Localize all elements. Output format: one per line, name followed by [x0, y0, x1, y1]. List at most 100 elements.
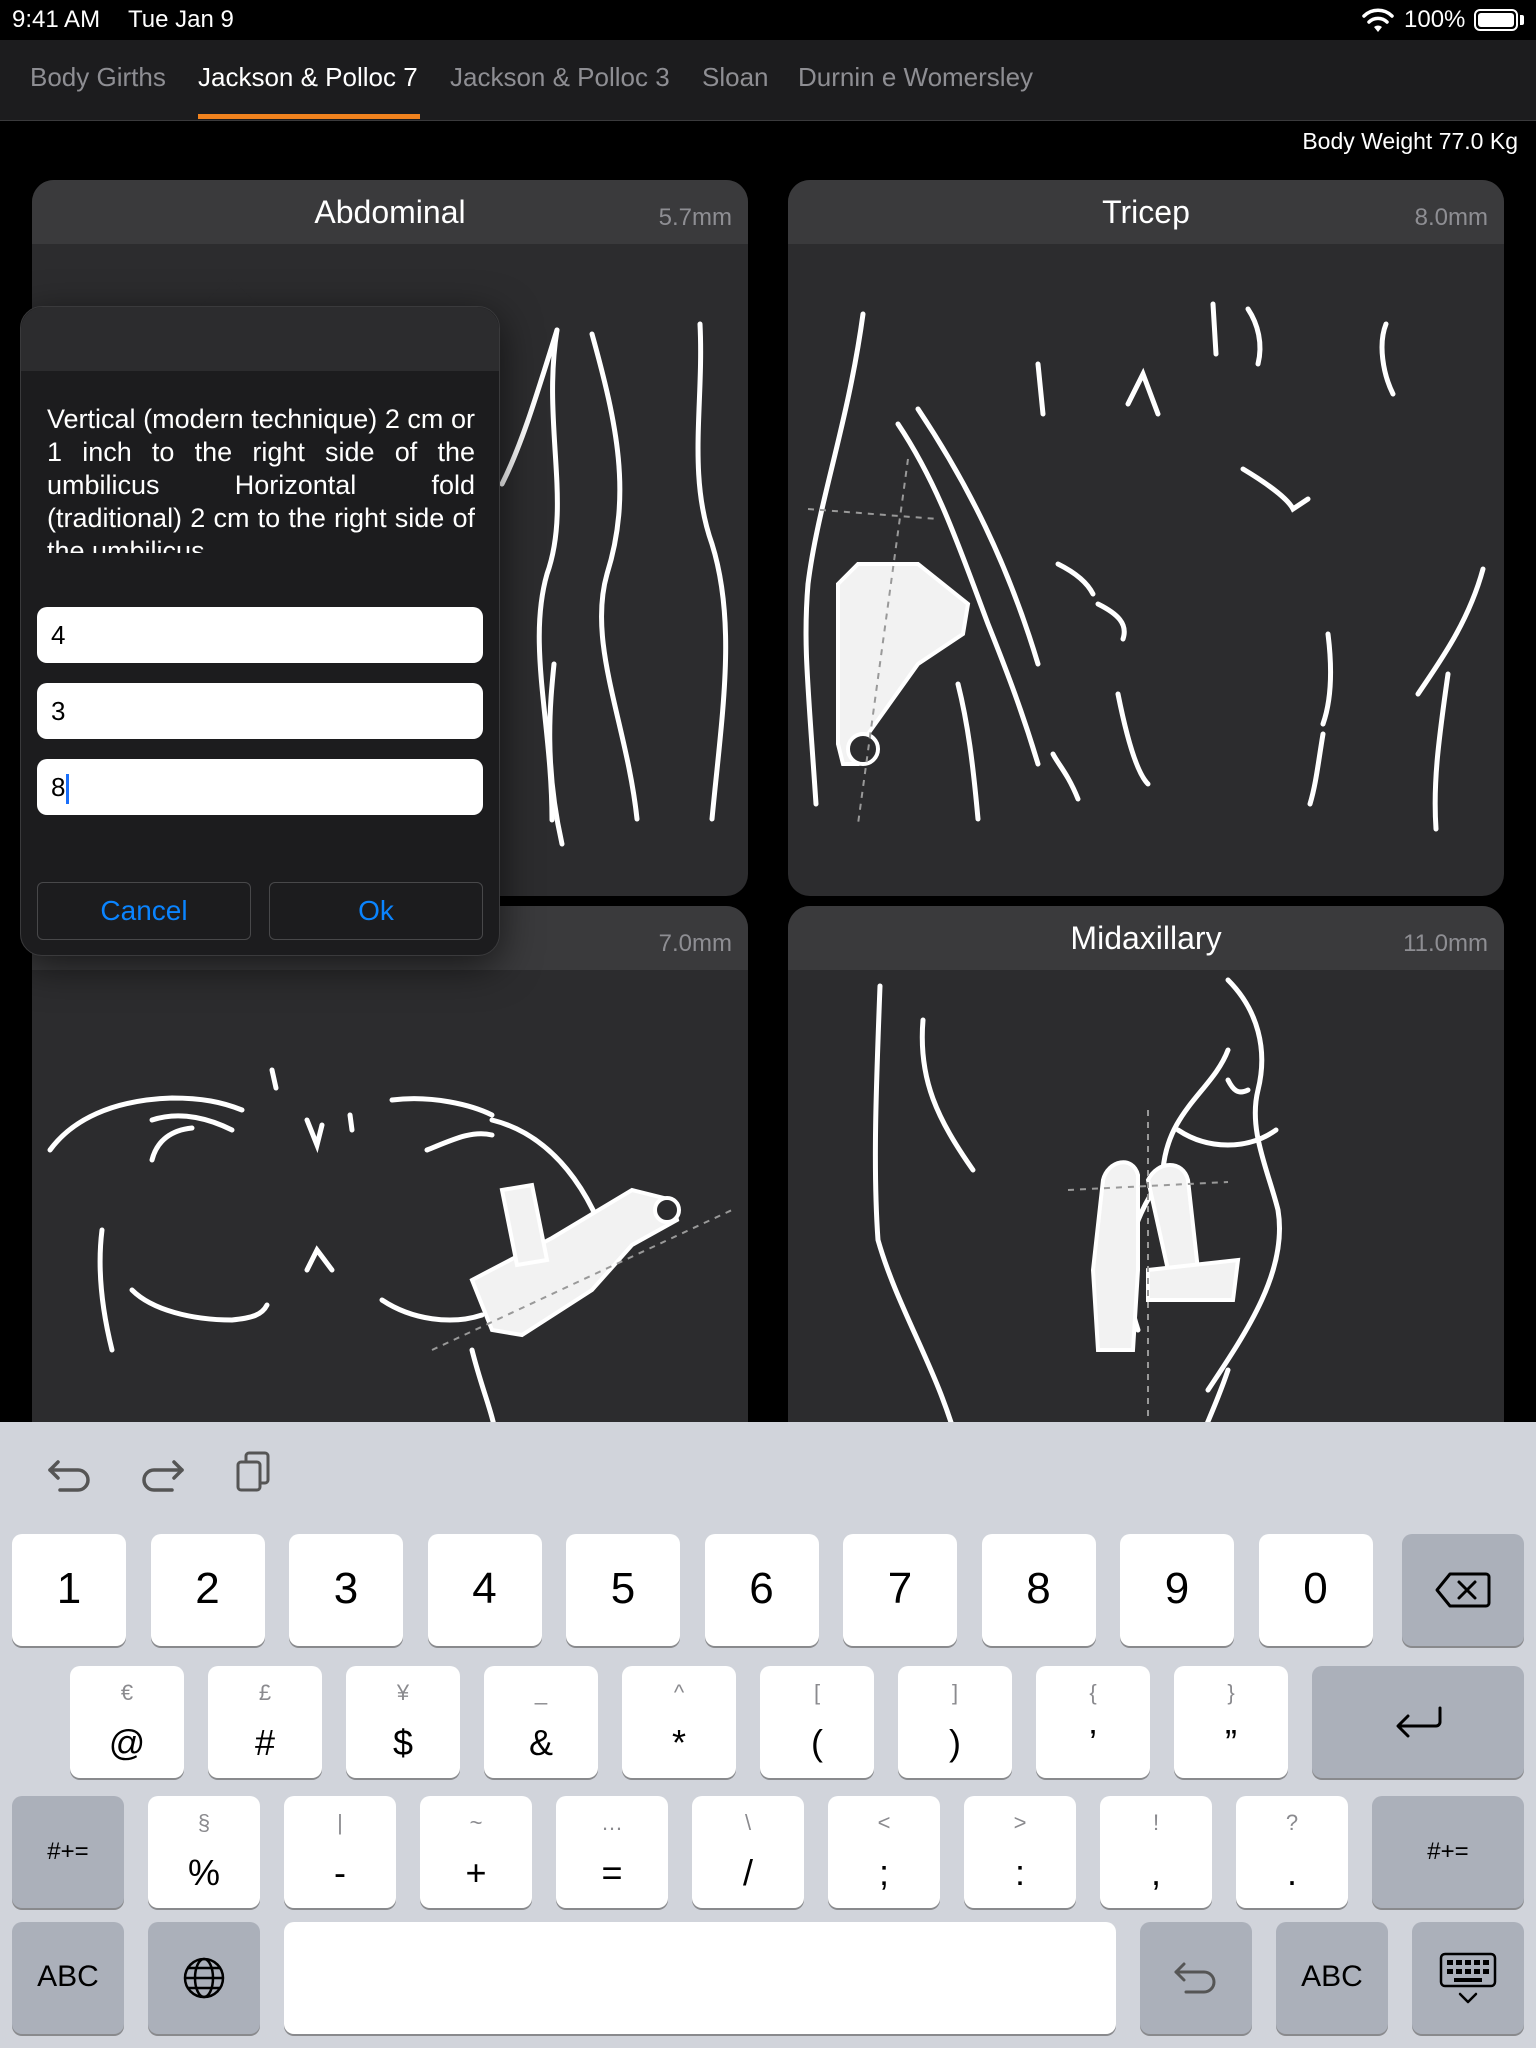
key-right-paren[interactable]: ])	[898, 1666, 1012, 1778]
key-alt-label: |	[337, 1810, 343, 1835]
key-label: ”	[1225, 1722, 1237, 1763]
key-apostrophe[interactable]: {’	[1036, 1666, 1150, 1778]
body-weight-label: Body Weight 77.0 Kg	[1302, 128, 1518, 154]
backspace-key[interactable]	[1402, 1534, 1524, 1646]
key-8[interactable]: 8	[981, 1534, 1096, 1646]
key-label: .	[1286, 1852, 1297, 1893]
card-midaxillary[interactable]: Midaxillary 11.0mm	[788, 906, 1504, 1446]
dismiss-keyboard-key[interactable]	[1412, 1922, 1524, 2034]
key-label: 2	[195, 1563, 220, 1613]
key-quote[interactable]: }”	[1174, 1666, 1288, 1778]
key-percent[interactable]: §%	[148, 1796, 260, 1908]
measurement-field-1[interactable]: 4	[37, 607, 483, 663]
key-dollar[interactable]: ¥ $	[346, 1666, 460, 1778]
return-key[interactable]	[1312, 1666, 1524, 1778]
key-semicolon[interactable]: <;	[828, 1796, 940, 1908]
key-label: 1	[56, 1563, 82, 1613]
globe-key[interactable]	[148, 1922, 260, 2034]
status-time: 9:41 AM	[12, 6, 101, 33]
key-label: @	[108, 1722, 146, 1763]
measurement-field-2[interactable]: 3	[37, 683, 483, 739]
key-9[interactable]: 9	[1120, 1534, 1234, 1646]
text-caret	[66, 774, 70, 805]
key-5[interactable]: 5	[566, 1534, 680, 1646]
key-label: :	[1014, 1852, 1025, 1893]
key-left-paren[interactable]: [(	[760, 1666, 874, 1778]
undo-icon	[1174, 1962, 1216, 1994]
key-plus[interactable]: ~ +	[420, 1796, 532, 1908]
key-period[interactable]: ?.	[1236, 1796, 1348, 1908]
midaxillary-illustration	[872, 977, 1282, 1446]
key-alt-label: [	[813, 1680, 821, 1705]
key-label: ;	[878, 1852, 889, 1893]
tab-sloan[interactable]: Sloan	[702, 62, 769, 93]
site-description: Vertical (modern technique) 2 cm or 1 in…	[47, 404, 475, 553]
method-tab-bar: Body Girths Jackson & Polloc 7 Jackson &…	[0, 40, 1536, 121]
tab-jackson-polloc-3[interactable]: Jackson & Polloc 3	[450, 62, 670, 93]
card-chest[interactable]: 7.0mm	[32, 906, 748, 1446]
key-3[interactable]: 3	[289, 1534, 403, 1646]
card-tricep[interactable]: Tricep 8.0mm	[788, 180, 1504, 896]
key-label: )	[949, 1722, 961, 1763]
key-label: #	[254, 1722, 276, 1763]
key-alt-label: ^	[673, 1680, 685, 1705]
key-hash[interactable]: £ #	[208, 1666, 322, 1778]
active-tab-indicator	[198, 114, 420, 119]
backspace-icon	[1435, 1572, 1491, 1608]
tab-body-girths[interactable]: Body Girths	[30, 62, 166, 93]
measurement-field-3[interactable]: 8	[37, 759, 483, 815]
key-alt-label: >	[1013, 1810, 1027, 1835]
undo-icon[interactable]	[46, 1452, 94, 1496]
key-slash[interactable]: \ /	[692, 1796, 804, 1908]
key-alt-label: ¥	[396, 1680, 410, 1705]
key-asterisk[interactable]: ^ *	[622, 1666, 736, 1778]
key-alt-label: €	[120, 1680, 134, 1705]
key-equals[interactable]: … =	[556, 1796, 668, 1908]
key-label: (	[811, 1722, 823, 1763]
key-6[interactable]: 6	[704, 1534, 819, 1646]
key-colon[interactable]: >:	[964, 1796, 1076, 1908]
wifi-icon	[1362, 8, 1394, 32]
undo-key[interactable]	[1140, 1922, 1252, 2034]
key-minus[interactable]: | -	[284, 1796, 396, 1908]
battery-icon	[1474, 9, 1518, 31]
key-0[interactable]: 0	[1258, 1534, 1373, 1646]
key-label: 9	[1164, 1563, 1190, 1613]
key-at[interactable]: € @	[70, 1666, 184, 1778]
key-alt-label: §	[197, 1810, 211, 1835]
key-label: +	[465, 1852, 487, 1893]
keyboard-dismiss-icon	[1439, 1952, 1497, 2004]
key-2[interactable]: 2	[150, 1534, 265, 1646]
card-measurement: 8.0mm	[1414, 204, 1488, 231]
cancel-button[interactable]: Cancel	[37, 882, 251, 940]
key-label: ABC	[1301, 1960, 1363, 1993]
key-alt-label: {	[1089, 1680, 1097, 1705]
field-value: 8	[51, 772, 66, 802]
key-alt-label: !	[1152, 1810, 1160, 1835]
redo-icon[interactable]	[138, 1452, 186, 1496]
ok-button[interactable]: Ok	[269, 882, 483, 940]
symbols-key-right[interactable]: #+=	[1372, 1796, 1524, 1908]
battery-tip	[1520, 15, 1524, 25]
key-label: /	[742, 1852, 753, 1893]
key-label: *	[671, 1722, 686, 1763]
card-measurement: 11.0mm	[1403, 930, 1488, 957]
symbols-key-left[interactable]: #+=	[12, 1796, 124, 1908]
abc-key-right[interactable]: ABC	[1276, 1922, 1388, 2034]
key-4[interactable]: 4	[427, 1534, 542, 1646]
key-1[interactable]: 1	[12, 1534, 126, 1646]
key-alt-label: _	[534, 1680, 548, 1705]
key-comma[interactable]: !,	[1100, 1796, 1212, 1908]
key-alt-label: ?	[1285, 1810, 1299, 1835]
tab-jackson-polloc-7[interactable]: Jackson & Polloc 7	[198, 62, 418, 93]
paste-icon[interactable]	[232, 1448, 276, 1496]
key-label: =	[601, 1852, 623, 1893]
space-key[interactable]	[284, 1922, 1116, 2034]
status-date: Tue Jan 9	[128, 6, 234, 33]
abc-key-left[interactable]: ABC	[12, 1922, 124, 2034]
key-alt-label: …	[601, 1810, 623, 1835]
key-ampersand[interactable]: _ &	[484, 1666, 598, 1778]
tricep-illustration	[803, 301, 1486, 832]
key-7[interactable]: 7	[843, 1534, 957, 1646]
tab-durnin-womersley[interactable]: Durnin e Womersley	[798, 62, 1033, 93]
